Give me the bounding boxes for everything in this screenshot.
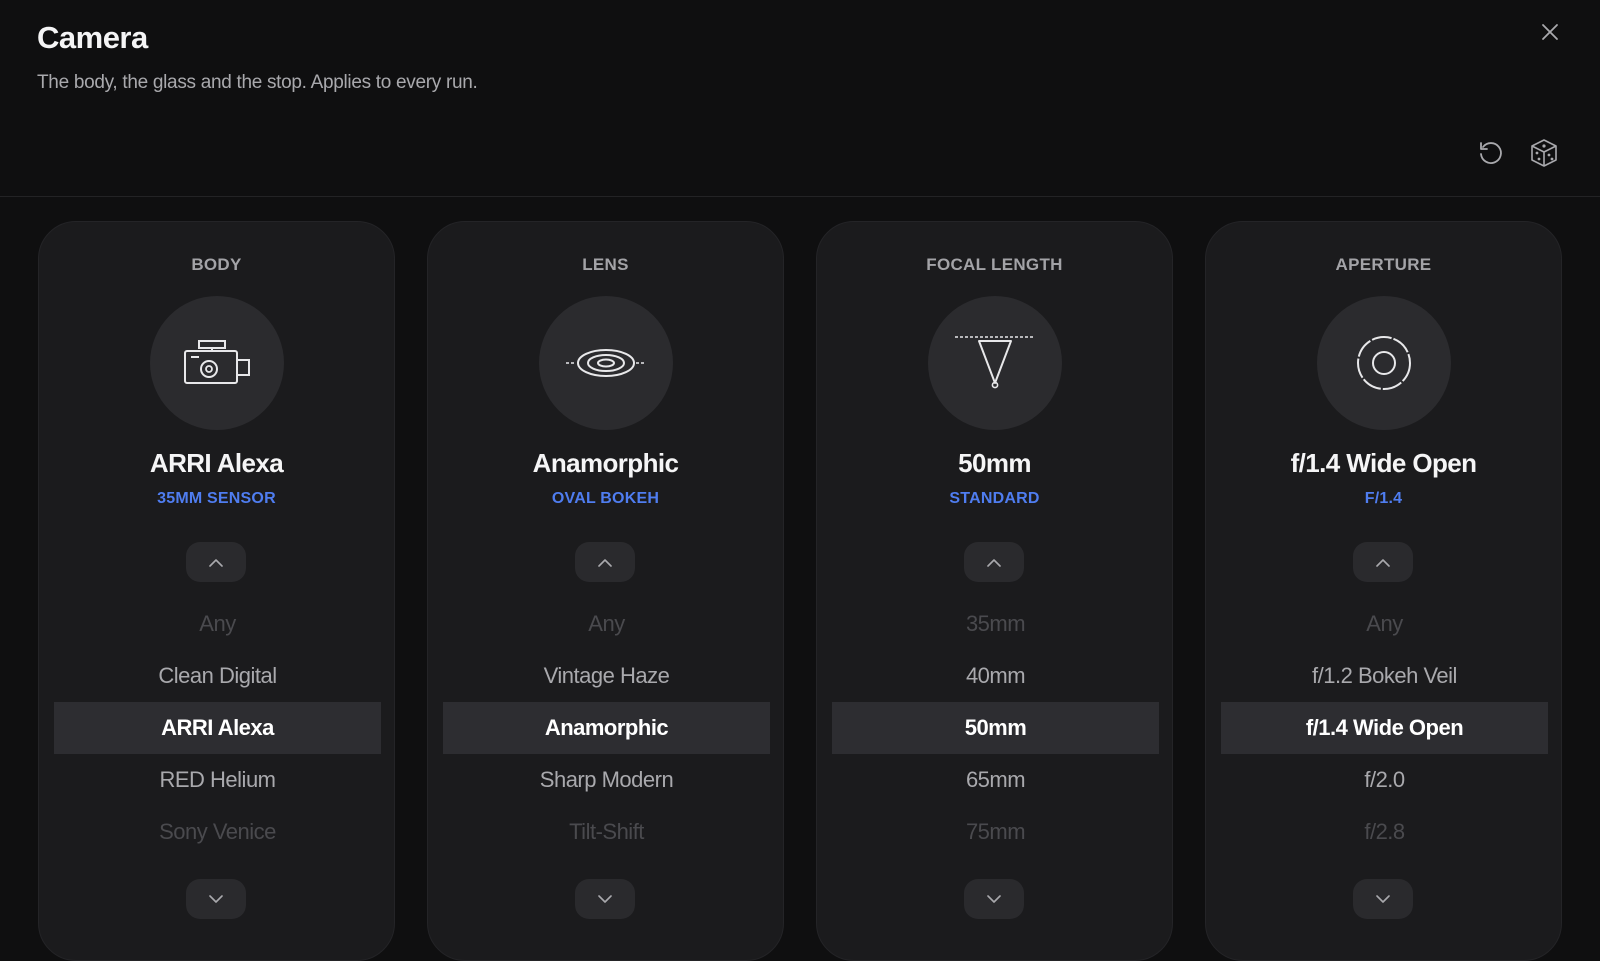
option-list: Any Vintage Haze Anamorphic Sharp Modern…: [443, 598, 770, 858]
option-item[interactable]: Any: [1221, 598, 1548, 650]
scroll-up-button[interactable]: [1353, 542, 1413, 582]
option-item-selected[interactable]: ARRI Alexa: [54, 702, 381, 754]
option-item[interactable]: Vintage Haze: [443, 650, 770, 702]
option-item[interactable]: f/2.0: [1221, 754, 1548, 806]
dice-icon: [1531, 139, 1557, 167]
option-item-selected[interactable]: Anamorphic: [443, 702, 770, 754]
camera-settings-cards: BODY ARRI Alexa 35MM SENSOR Any Clean Di…: [38, 221, 1562, 961]
option-item[interactable]: f/1.2 Bokeh Veil: [1221, 650, 1548, 702]
selected-value: ARRI Alexa: [149, 448, 284, 478]
scroll-down-button[interactable]: [575, 879, 635, 919]
close-icon: [1542, 24, 1558, 40]
option-item[interactable]: RED Helium: [54, 754, 381, 806]
dialog-header: Camera The body, the glass and the stop.…: [0, 0, 1600, 197]
chevron-up-icon: [598, 558, 612, 567]
dialog-title: Camera: [37, 20, 148, 55]
icon-badge: [928, 296, 1062, 430]
card-label: LENS: [582, 255, 629, 274]
selected-value: f/1.4 Wide Open: [1290, 448, 1477, 478]
option-item-selected[interactable]: 50mm: [832, 702, 1159, 754]
reset-button[interactable]: [1474, 136, 1508, 170]
chevron-down-icon: [1376, 894, 1390, 903]
option-item[interactable]: f/2.8: [1221, 806, 1548, 858]
lens-card: LENS Anamorphic OVAL BOKEH Any Vintage H…: [427, 221, 784, 961]
body-card: BODY ARRI Alexa 35MM SENSOR Any Clean Di…: [38, 221, 395, 961]
card-label: BODY: [191, 255, 242, 274]
icon-badge: [1317, 296, 1451, 430]
selected-detail: OVAL BOKEH: [551, 490, 660, 507]
dialog-subtitle: The body, the glass and the stop. Applie…: [37, 72, 478, 93]
chevron-up-icon: [209, 558, 223, 567]
chevron-up-icon: [987, 558, 1001, 567]
chevron-down-icon: [987, 894, 1001, 903]
reset-icon: [1480, 142, 1502, 164]
icon-badge: [150, 296, 284, 430]
selected-detail: 35MM SENSOR: [157, 490, 276, 507]
option-item[interactable]: 35mm: [832, 598, 1159, 650]
option-item[interactable]: Any: [54, 598, 381, 650]
option-list: 35mm 40mm 50mm 65mm 75mm: [832, 598, 1159, 858]
scroll-down-button[interactable]: [186, 879, 246, 919]
option-item[interactable]: 40mm: [832, 650, 1159, 702]
aperture-card: APERTURE f/1.4 Wide Open F/1.4 Any f/1.2…: [1205, 221, 1562, 961]
focal-length-card: FOCAL LENGTH 50mm STANDARD 35mm 40mm 50m…: [816, 221, 1173, 961]
close-button[interactable]: [1536, 18, 1564, 46]
scroll-down-button[interactable]: [1353, 879, 1413, 919]
option-item[interactable]: 65mm: [832, 754, 1159, 806]
card-label: FOCAL LENGTH: [926, 255, 1063, 274]
option-item[interactable]: Tilt-Shift: [443, 806, 770, 858]
chevron-up-icon: [1376, 558, 1390, 567]
focal-length-icon: [955, 336, 1035, 389]
chevron-down-icon: [209, 894, 223, 903]
chevron-down-icon: [598, 894, 612, 903]
scroll-up-button[interactable]: [575, 542, 635, 582]
camera-body-icon: [184, 340, 250, 384]
option-list: Any f/1.2 Bokeh Veil f/1.4 Wide Open f/2…: [1221, 598, 1548, 858]
selected-detail: F/1.4: [1364, 490, 1403, 507]
option-item[interactable]: Any: [443, 598, 770, 650]
lens-icon: [566, 349, 646, 377]
card-label: APERTURE: [1335, 255, 1432, 274]
option-item[interactable]: Sony Venice: [54, 806, 381, 858]
option-item[interactable]: Sharp Modern: [443, 754, 770, 806]
option-item[interactable]: Clean Digital: [54, 650, 381, 702]
scroll-down-button[interactable]: [964, 879, 1024, 919]
icon-badge: [539, 296, 673, 430]
option-item-selected[interactable]: f/1.4 Wide Open: [1221, 702, 1548, 754]
scroll-up-button[interactable]: [186, 542, 246, 582]
selected-value: 50mm: [958, 448, 1031, 478]
randomize-button[interactable]: [1527, 136, 1561, 170]
scroll-up-button[interactable]: [964, 542, 1024, 582]
option-item[interactable]: 75mm: [832, 806, 1159, 858]
option-list: Any Clean Digital ARRI Alexa RED Helium …: [54, 598, 381, 858]
selected-value: Anamorphic: [532, 448, 679, 478]
aperture-icon: [1357, 336, 1411, 390]
selected-detail: STANDARD: [949, 490, 1040, 507]
